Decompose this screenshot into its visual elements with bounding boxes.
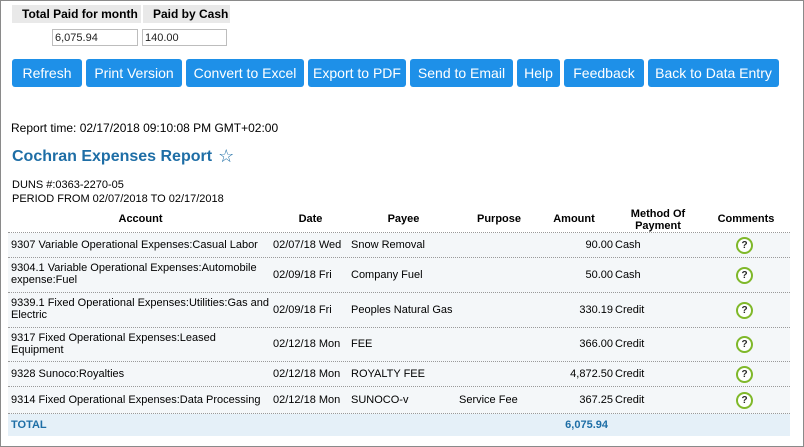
total-label: TOTAL	[11, 419, 47, 431]
header-purpose: Purpose	[476, 213, 521, 225]
convert-to-excel-button[interactable]: Convert to Excel	[186, 59, 304, 87]
cell-method: Credit	[615, 368, 645, 380]
cell-account: 9317 Fixed Operational Expenses:Leased E…	[11, 332, 216, 356]
header-payee: Payee	[387, 213, 420, 225]
total-row: TOTAL 6,075.94	[8, 414, 790, 436]
total-amount: 6,075.94	[565, 419, 608, 431]
cell-payee: Snow Removal	[351, 239, 425, 251]
cell-method: Credit	[615, 338, 645, 350]
paid-cash-field[interactable]	[142, 29, 227, 46]
report-period: PERIOD FROM 02/07/2018 TO 02/17/2018	[12, 193, 224, 205]
cell-account: 9328 Sunoco:Royalties	[11, 368, 125, 380]
header-date: Date	[298, 213, 323, 225]
cell-purpose: Service Fee	[459, 394, 518, 406]
cell-method: Cash	[615, 269, 641, 281]
cell-payee: ROYALTY FEE	[351, 368, 425, 380]
cell-amount: 4,872.50	[570, 368, 613, 380]
export-to-pdf-button[interactable]: Export to PDF	[308, 59, 406, 87]
comment-icon[interactable]: ?	[736, 336, 753, 353]
cell-date: 02/09/18 Fri	[273, 304, 332, 316]
cell-amount: 367.25	[579, 394, 613, 406]
cell-payee: FEE	[351, 338, 373, 350]
help-button[interactable]: Help	[517, 59, 560, 87]
comment-icon[interactable]: ?	[736, 392, 753, 409]
cell-amount: 50.00	[585, 269, 613, 281]
total-paid-field[interactable]	[52, 29, 138, 46]
report-title: Cochran Expenses Report ☆	[12, 146, 234, 167]
back-to-data-entry-button[interactable]: Back to Data Entry	[648, 59, 779, 87]
cell-method: Credit	[615, 394, 645, 406]
cell-amount: 366.00	[579, 338, 613, 350]
comment-icon[interactable]: ?	[736, 267, 753, 284]
cell-account: 9307 Variable Operational Expenses:Casua…	[11, 239, 258, 251]
star-icon[interactable]: ☆	[218, 146, 234, 167]
header-account: Account	[118, 213, 163, 225]
comment-icon[interactable]: ?	[736, 237, 753, 254]
table-row: 9307 Variable Operational Expenses:Casua…	[8, 233, 790, 258]
paid-cash-label: Paid by Cash	[143, 5, 230, 23]
cell-date: 02/12/18 Mon	[273, 338, 341, 350]
report-time: Report time: 02/17/2018 09:10:08 PM GMT+…	[11, 121, 279, 135]
cell-method: Credit	[615, 304, 645, 316]
cell-payee: SUNOCO-v	[351, 394, 409, 406]
table-row: 9317 Fixed Operational Expenses:Leased E…	[8, 328, 790, 362]
total-paid-label: Total Paid for month	[12, 5, 141, 23]
cell-amount: 90.00	[585, 239, 613, 251]
table-row: 9328 Sunoco:Royalties 02/12/18 Mon ROYAL…	[8, 362, 790, 387]
report-title-text: Cochran Expenses Report	[12, 147, 213, 165]
cell-amount: 330.19	[579, 304, 613, 316]
print-version-button[interactable]: Print Version	[86, 59, 182, 87]
comment-icon[interactable]: ?	[736, 366, 753, 383]
cell-payee: Company Fuel	[351, 269, 423, 281]
payment-summary: Total Paid for month Paid by Cash	[12, 5, 230, 46]
duns-number: DUNS #:0363-2270-05	[12, 179, 124, 191]
refresh-button[interactable]: Refresh	[12, 59, 82, 87]
header-comments: Comments	[717, 213, 775, 225]
table-row: 9339.1 Fixed Operational Expenses:Utilit…	[8, 293, 790, 328]
table-row: 9314 Fixed Operational Expenses:Data Pro…	[8, 387, 790, 414]
toolbar: Refresh Print Version Convert to Excel E…	[12, 59, 783, 87]
table-row: 9304.1 Variable Operational Expenses:Aut…	[8, 258, 790, 293]
cell-date: 02/07/18 Wed	[273, 239, 342, 251]
cell-date: 02/12/18 Mon	[273, 368, 341, 380]
table-header: Account Date Payee Purpose Amount Method…	[8, 208, 790, 233]
cell-payee: Peoples Natural Gas	[351, 304, 453, 316]
cell-account: 9314 Fixed Operational Expenses:Data Pro…	[11, 394, 261, 406]
comment-icon[interactable]: ?	[736, 302, 753, 319]
feedback-button[interactable]: Feedback	[564, 59, 644, 87]
cell-date: 02/09/18 Fri	[273, 269, 332, 281]
cell-date: 02/12/18 Mon	[273, 394, 341, 406]
send-to-email-button[interactable]: Send to Email	[410, 59, 513, 87]
cell-method: Cash	[615, 239, 641, 251]
header-method: Method Of Payment	[630, 208, 686, 232]
cell-account: 9304.1 Variable Operational Expenses:Aut…	[11, 262, 257, 286]
cell-account: 9339.1 Fixed Operational Expenses:Utilit…	[11, 297, 270, 321]
expenses-table: Account Date Payee Purpose Amount Method…	[8, 208, 790, 436]
header-amount: Amount	[553, 213, 595, 225]
